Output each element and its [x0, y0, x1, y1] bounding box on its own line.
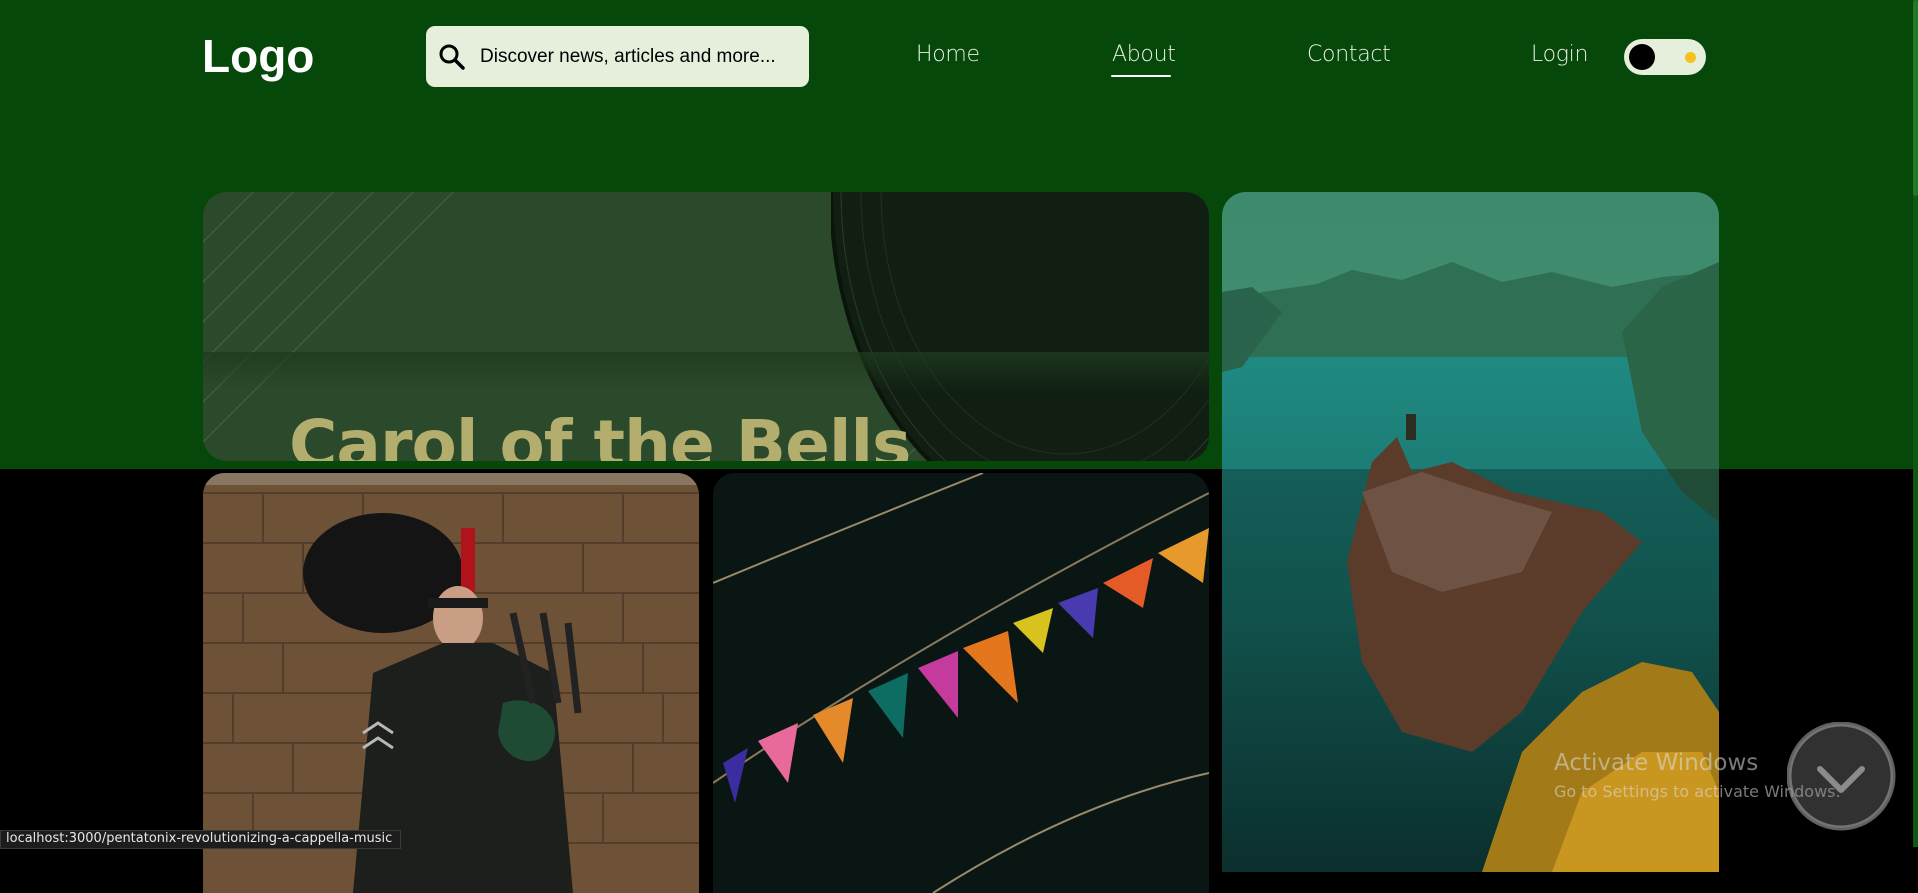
theme-toggle[interactable] [1624, 39, 1706, 75]
toggle-knob [1629, 44, 1655, 70]
search-icon[interactable] [438, 43, 466, 71]
link-status-bar: localhost:3000/pentatonix-revolutionizin… [0, 830, 402, 849]
page-scrollbar[interactable] [1913, 0, 1918, 847]
nav-login[interactable]: Login [1531, 42, 1588, 67]
record-shadow [203, 352, 1209, 392]
active-nav-indicator [1111, 75, 1171, 77]
nav-home[interactable]: Home [916, 42, 980, 67]
article-card-flags[interactable] [713, 473, 1209, 893]
scroll-down-button[interactable] [1787, 722, 1918, 862]
logo[interactable]: Logo [202, 26, 314, 86]
scrollbar-thumb[interactable] [1913, 0, 1918, 196]
bunting-flags-image [713, 473, 1209, 893]
nav-contact[interactable]: Contact [1307, 42, 1391, 67]
featured-title[interactable]: Carol of the Bells [289, 406, 911, 461]
featured-article-card[interactable]: Carol of the Bells [203, 192, 1209, 461]
search-input[interactable]: Discover news, articles and more... [480, 46, 776, 68]
search-bar[interactable]: Discover news, articles and more... [426, 26, 809, 87]
nav-about[interactable]: About [1112, 42, 1176, 67]
sun-indicator-icon [1685, 52, 1696, 63]
